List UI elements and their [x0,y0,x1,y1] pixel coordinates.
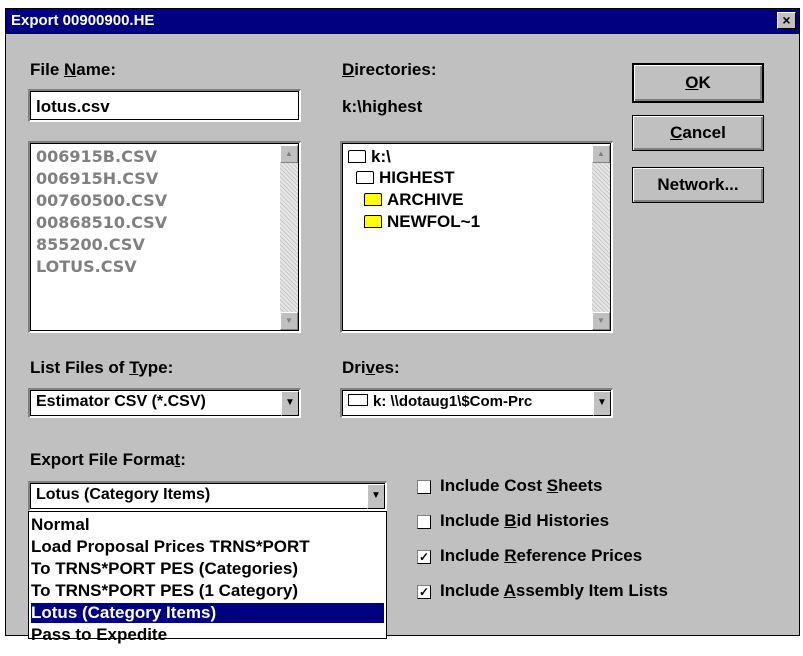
checkbox-label: Include Cost Sheets [440,476,603,496]
directories-label-u: D [342,60,355,79]
folder-icon [364,193,382,206]
drives-select[interactable]: k: \\dotaug1\$Com-Prc ▼ [340,388,613,418]
checkbox-label-post: eference Prices [516,546,643,565]
file-name-label-pre: File [30,60,65,79]
list-item[interactable]: NEWFOL~1 [364,212,480,232]
file-name-input[interactable]: lotus.csv [28,89,301,122]
list-item[interactable]: 006915B.CSV [36,147,157,166]
drives-value-wrap: k: \\dotaug1\$Com-Prc [348,393,532,410]
dropdown-option[interactable]: To TRNS*PORT PES (1 Category) [31,581,298,601]
scroll-up-icon[interactable]: ▲ [280,145,298,163]
ok-button[interactable]: OK [632,63,764,103]
file-name-label-post: ame: [76,60,116,79]
checkbox-label-u: A [503,581,516,600]
export-format-label-post: : [180,450,186,469]
checkbox-label-pre: Include [440,546,505,565]
background-window [0,0,803,8]
ok-label-u: O [685,73,699,92]
checkbox-label-pre: Include [440,581,504,600]
dropdown-option[interactable]: Pass to Expedite [31,625,167,645]
chevron-down-icon[interactable]: ▼ [281,391,299,416]
close-button[interactable]: × [777,12,796,29]
directories-label: Directories: [342,60,436,80]
cancel-label-post: ancel [682,123,726,142]
directory-list-scrollbar[interactable]: ▲ ▼ [592,145,610,330]
file-name-label-u: N [64,60,77,79]
dialog-title: Export 00900900.HE [11,12,155,29]
network-drive-icon [348,394,368,406]
list-item[interactable]: 006915H.CSV [36,169,158,188]
close-icon: × [782,12,791,28]
checkbox-box[interactable] [417,480,431,494]
folder-icon [364,215,382,228]
drives-label-post: es: [375,358,400,377]
list-item[interactable]: ARCHIVE [364,190,464,210]
network-button[interactable]: Network... [632,167,764,203]
scroll-down-icon[interactable]: ▼ [592,312,610,330]
checkbox-box[interactable]: ✓ [417,585,431,599]
export-format-label: Export File Format: [30,450,186,470]
file-type-label-pre: List Files of [30,358,130,377]
drives-value: k: \\dotaug1\$Com-Prc [373,393,533,410]
file-type-label: List Files of Type: [30,358,173,378]
cancel-button[interactable]: Cancel [632,115,764,151]
directory-list[interactable]: k:\ HIGHEST ARCHIVE NEWFOL~1 ▲ ▼ [340,141,613,333]
drives-label-u: v [365,358,376,377]
directories-label-post: irectories: [354,60,437,79]
ok-label-post: K [698,73,711,92]
checkbox-label: Include Bid Histories [440,511,609,531]
dropdown-option[interactable]: Load Proposal Prices TRNS*PORT [31,537,310,557]
export-format-value: Lotus (Category Items) [36,486,211,503]
file-type-select[interactable]: Estimator CSV (*.CSV) ▼ [28,388,301,418]
checkbox-label-post: id Histories [516,511,610,530]
file-type-value: Estimator CSV (*.CSV) [36,393,206,410]
title-bar[interactable]: Export 00900900.HE × [6,9,799,34]
checkbox-label-pre: Include [440,511,505,530]
export-format-label-pre: Export File Forma [30,450,175,469]
file-name-value: lotus.csv [36,97,110,116]
file-type-label-post: ype: [138,358,174,377]
dropdown-option-selected[interactable]: Lotus (Category Items) [31,603,384,623]
open-folder-icon [348,150,366,163]
export-format-select[interactable]: Lotus (Category Items) ▼ [28,481,387,511]
drives-label-pre: Dri [342,358,366,377]
chevron-down-icon[interactable]: ▼ [593,391,611,416]
list-item[interactable]: 00868510.CSV [36,213,167,232]
chevron-down-icon[interactable]: ▼ [367,484,385,509]
list-item[interactable]: 855200.CSV [36,235,145,254]
list-item[interactable]: k:\ [348,147,391,167]
export-dialog: Export 00900900.HE × File Name: lotus.cs… [5,8,800,644]
list-item[interactable]: HIGHEST [356,168,455,188]
checkbox-box[interactable] [417,515,431,529]
directory-name: ARCHIVE [387,190,464,209]
checkbox-label-u: B [504,511,517,530]
scroll-down-icon[interactable]: ▼ [280,312,298,330]
checkbox-label-post: ssembly Item Lists [515,581,669,600]
file-list-scrollbar[interactable]: ▲ ▼ [280,145,298,330]
list-item[interactable]: 00760500.CSV [36,191,167,210]
checkbox-box[interactable]: ✓ [417,550,431,564]
file-list[interactable]: 006915B.CSV 006915H.CSV 00760500.CSV 008… [28,141,301,333]
export-format-dropdown[interactable]: Normal Load Proposal Prices TRNS*PORT To… [28,511,387,644]
open-folder-icon [356,171,374,184]
file-name-label: File Name: [30,60,116,80]
dropdown-option[interactable]: To TRNS*PORT PES (Categories) [31,559,298,579]
checkbox-label-pre: Include Cost [440,476,547,495]
scroll-up-icon[interactable]: ▲ [592,145,610,163]
directory-name: HIGHEST [379,168,455,187]
drives-label: Drives: [342,358,400,378]
directory-name: k:\ [371,147,391,166]
directory-name: NEWFOL~1 [387,212,481,231]
dropdown-option[interactable]: Normal [31,515,90,535]
cancel-label-u: C [670,123,683,142]
checkbox-label: Include Assembly Item Lists [440,581,668,601]
current-directory-path: k:\highest [342,97,423,116]
checkbox-label-post: heets [558,476,603,495]
file-type-label-u: T [129,358,139,377]
checkbox-label-u: S [546,476,559,495]
checkbox-label-u: R [504,546,517,565]
list-item[interactable]: LOTUS.CSV [36,257,137,276]
checkbox-label: Include Reference Prices [440,546,642,566]
